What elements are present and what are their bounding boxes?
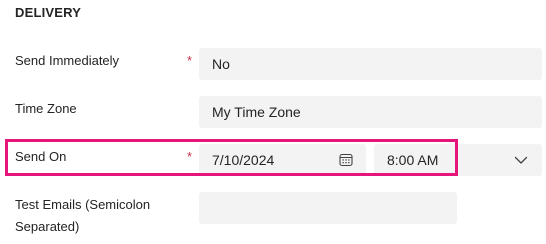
time-zone-label: Time Zone xyxy=(15,101,77,116)
send-on-date-value: 7/10/2024 xyxy=(212,152,275,168)
calendar-icon[interactable] xyxy=(339,153,353,167)
send-immediately-label: Send Immediately xyxy=(15,53,120,68)
send-on-date-field[interactable]: 7/10/2024 xyxy=(199,144,366,176)
send-immediately-field[interactable]: No xyxy=(199,48,542,80)
test-emails-label-line1: Test Emails (Semicolon xyxy=(15,197,151,212)
chevron-down-icon[interactable] xyxy=(514,155,528,165)
test-emails-label: Test Emails (Semicolon Separated) xyxy=(15,194,150,238)
test-emails-label-line2: Separated) xyxy=(15,219,80,234)
required-indicator: * xyxy=(187,53,193,68)
section-title: DELIVERY xyxy=(15,5,82,20)
required-indicator: * xyxy=(187,149,193,164)
time-zone-field[interactable]: My Time Zone xyxy=(199,96,542,128)
send-on-time-field[interactable]: 8:00 AM xyxy=(374,144,542,176)
send-immediately-value: No xyxy=(212,56,230,72)
test-emails-input[interactable] xyxy=(199,192,457,224)
send-on-label: Send On xyxy=(15,149,67,164)
time-zone-value: My Time Zone xyxy=(212,104,301,120)
send-on-time-value: 8:00 AM xyxy=(387,152,439,168)
